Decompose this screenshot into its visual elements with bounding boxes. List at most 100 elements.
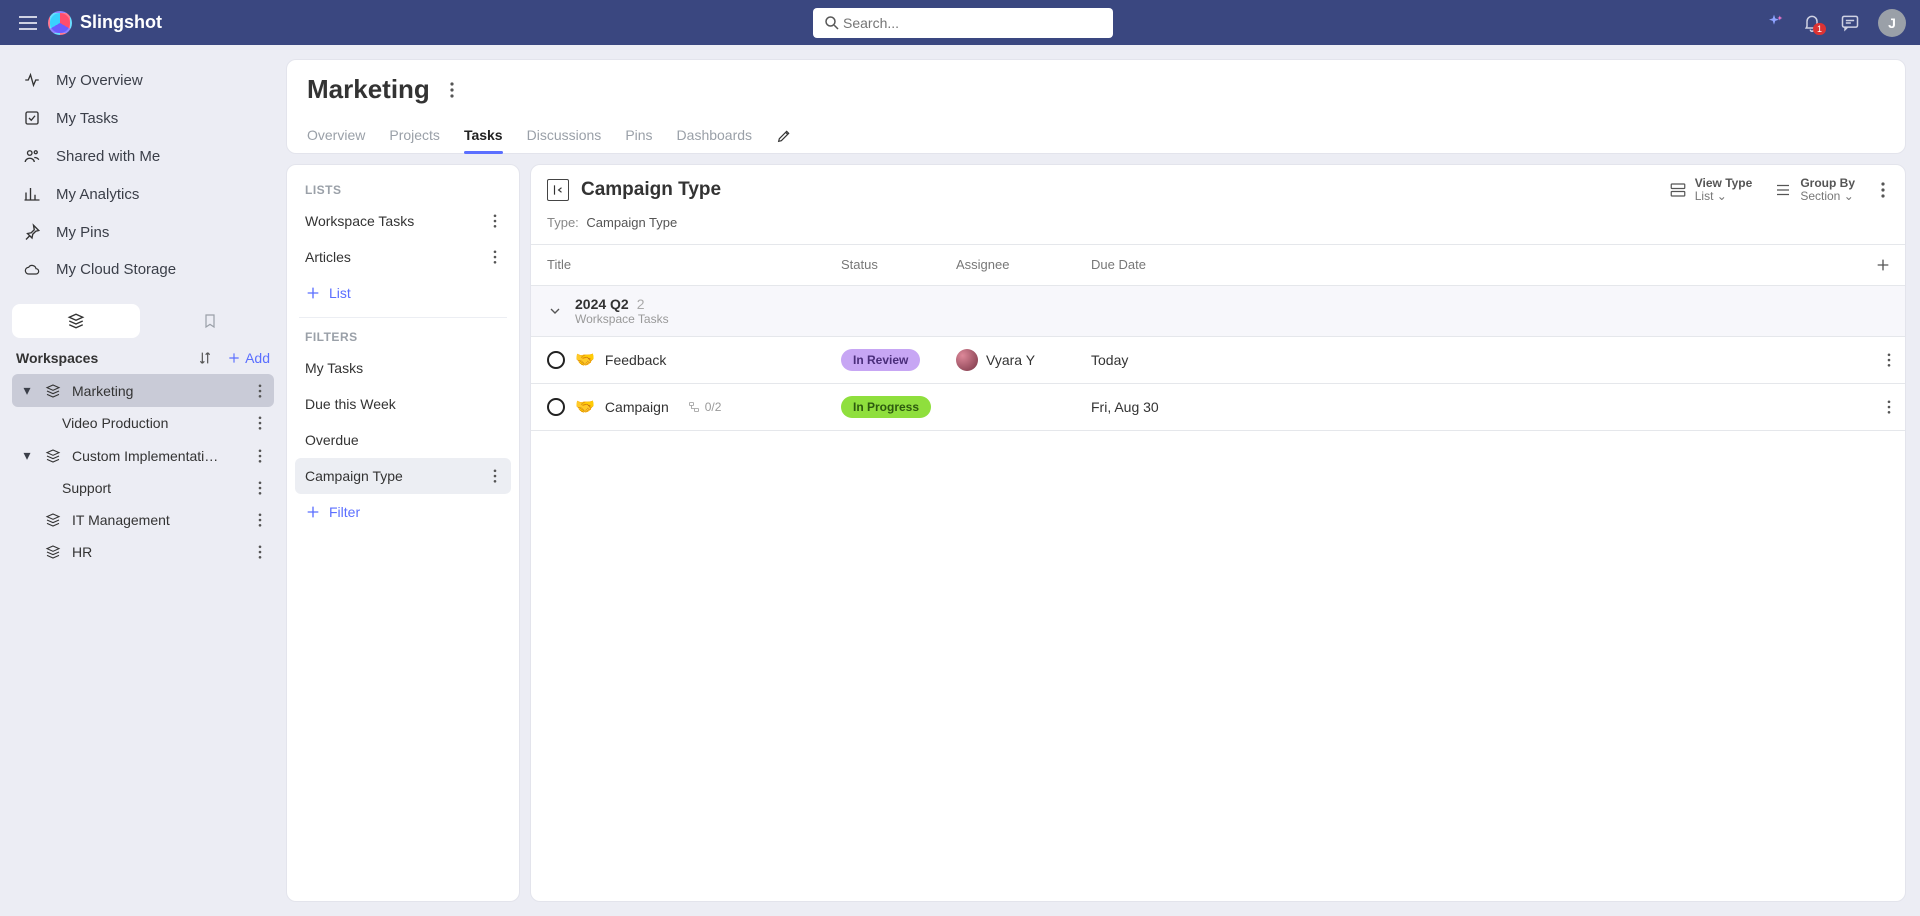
workspace-item[interactable]: HR (12, 536, 274, 568)
workspace-child-item[interactable]: Support (12, 472, 274, 504)
task-checkbox[interactable] (547, 351, 565, 369)
logo-mark-icon (48, 11, 72, 35)
workspace-menu[interactable] (254, 416, 266, 430)
collapse-panel-button[interactable] (547, 179, 569, 201)
group-by-value: Section (1800, 189, 1840, 203)
avatar-initial: J (1888, 15, 1896, 31)
add-workspace-button[interactable]: Add (227, 350, 270, 366)
filter-item[interactable]: Overdue (295, 422, 511, 458)
nav-item-analytics[interactable]: My Analytics (12, 175, 274, 213)
chat-button[interactable] (1840, 13, 1860, 33)
workspace-menu[interactable] (254, 545, 266, 559)
filter-menu[interactable] (489, 469, 501, 483)
bookmark-icon (202, 312, 218, 330)
view-type-control[interactable]: View Type List ⌄ (1669, 177, 1753, 203)
ai-sparkle-button[interactable] (1764, 13, 1784, 33)
workspace-item[interactable]: ▾ Custom Implementati… (12, 439, 274, 472)
workspace-label: HR (72, 544, 244, 560)
edit-tabs-button[interactable] (776, 128, 792, 144)
list-label: Articles (305, 249, 351, 265)
segment-workspaces[interactable] (12, 304, 140, 338)
sidebar-segment (12, 304, 274, 338)
list-menu[interactable] (489, 250, 501, 264)
task-menu[interactable] (1873, 353, 1905, 367)
task-checkbox[interactable] (547, 398, 565, 416)
plus-icon (1875, 257, 1891, 273)
due-date: Fri, Aug 30 (1081, 387, 1221, 427)
list-item[interactable]: Articles (295, 239, 511, 275)
lists-section-label: LISTS (295, 177, 511, 203)
plus-icon (305, 504, 321, 520)
add-list-button[interactable]: List (295, 275, 511, 311)
tab-tasks[interactable]: Tasks (464, 119, 503, 153)
list-item[interactable]: Workspace Tasks (295, 203, 511, 239)
hamburger-icon (18, 15, 38, 31)
task-menu[interactable] (1873, 400, 1905, 414)
workspace-menu[interactable] (254, 513, 266, 527)
tasks-icon (22, 109, 42, 127)
chevron-down-icon: ⌄ (1717, 189, 1727, 203)
group-sub: Workspace Tasks (575, 312, 669, 326)
list-menu[interactable] (489, 214, 501, 228)
group-count: 2 (637, 296, 645, 312)
task-row[interactable]: 🤝FeedbackIn ReviewVyara YToday (531, 337, 1905, 384)
nav-item-overview[interactable]: My Overview (12, 61, 274, 99)
nav-label: Shared with Me (56, 148, 160, 165)
grid-header: Title Status Assignee Due Date (531, 244, 1905, 286)
plus-icon (305, 285, 321, 301)
filter-item[interactable]: Due this Week (295, 386, 511, 422)
workspace-label: Custom Implementati… (72, 448, 244, 464)
filter-item[interactable]: My Tasks (295, 350, 511, 386)
tab-pins[interactable]: Pins (625, 119, 652, 153)
col-assignee[interactable]: Assignee (946, 245, 1081, 285)
group-name: 2024 Q2 (575, 296, 629, 312)
tab-overview[interactable]: Overview (307, 119, 365, 153)
col-title[interactable]: Title (531, 245, 831, 285)
sort-button[interactable] (197, 350, 213, 366)
nav-item-shared[interactable]: Shared with Me (12, 137, 274, 175)
page-menu[interactable] (446, 82, 458, 98)
workspace-child-item[interactable]: Video Production (12, 407, 274, 439)
group-by-control[interactable]: Group By Section ⌄ (1774, 177, 1855, 203)
chevron-down-icon (547, 303, 563, 319)
user-avatar[interactable]: J (1878, 9, 1906, 37)
sidebar: My Overview My Tasks Shared with Me My Anal… (0, 45, 286, 916)
add-filter-button[interactable]: Filter (295, 494, 511, 530)
group-row[interactable]: 2024 Q2 2 Workspace Tasks (531, 286, 1905, 337)
status-badge[interactable]: In Progress (841, 396, 931, 418)
pencil-icon (776, 128, 792, 144)
nav-item-pins[interactable]: My Pins (12, 213, 274, 251)
col-status[interactable]: Status (831, 245, 946, 285)
tab-projects[interactable]: Projects (389, 119, 440, 153)
search-icon (823, 14, 841, 32)
logo[interactable]: Slingshot (48, 11, 162, 35)
chevron-icon: ▾ (20, 447, 34, 464)
overview-icon (22, 71, 42, 89)
status-badge[interactable]: In Review (841, 349, 920, 371)
col-due[interactable]: Due Date (1081, 245, 1221, 285)
search-box[interactable] (813, 8, 1113, 38)
workspace-menu[interactable] (254, 384, 266, 398)
nav-item-cloud[interactable]: My Cloud Storage (12, 251, 274, 288)
notifications-button[interactable]: 1 (1802, 13, 1822, 33)
segment-bookmarks[interactable] (146, 304, 274, 338)
layers-icon (44, 383, 62, 399)
workspace-menu[interactable] (254, 449, 266, 463)
add-column-button[interactable] (1865, 245, 1905, 285)
nav-item-tasks[interactable]: My Tasks (12, 99, 274, 137)
filter-item[interactable]: Campaign Type (295, 458, 511, 494)
menu-button[interactable] (14, 9, 42, 37)
tab-discussions[interactable]: Discussions (527, 119, 602, 153)
divider (299, 317, 507, 318)
nav-label: My Overview (56, 72, 143, 89)
workspace-item[interactable]: IT Management (12, 504, 274, 536)
type-row: Type: Campaign Type (531, 211, 1905, 244)
search-input[interactable] (841, 14, 1103, 32)
workspace-menu[interactable] (254, 481, 266, 495)
board-menu[interactable] (1877, 182, 1889, 198)
task-row[interactable]: 🤝Campaign0/2In ProgressFri, Aug 30 (531, 384, 1905, 431)
workspace-item[interactable]: ▾Marketing (12, 374, 274, 407)
layers-icon (44, 448, 62, 464)
tab-dashboards[interactable]: Dashboards (677, 119, 753, 153)
type-label: Type: (547, 215, 579, 230)
